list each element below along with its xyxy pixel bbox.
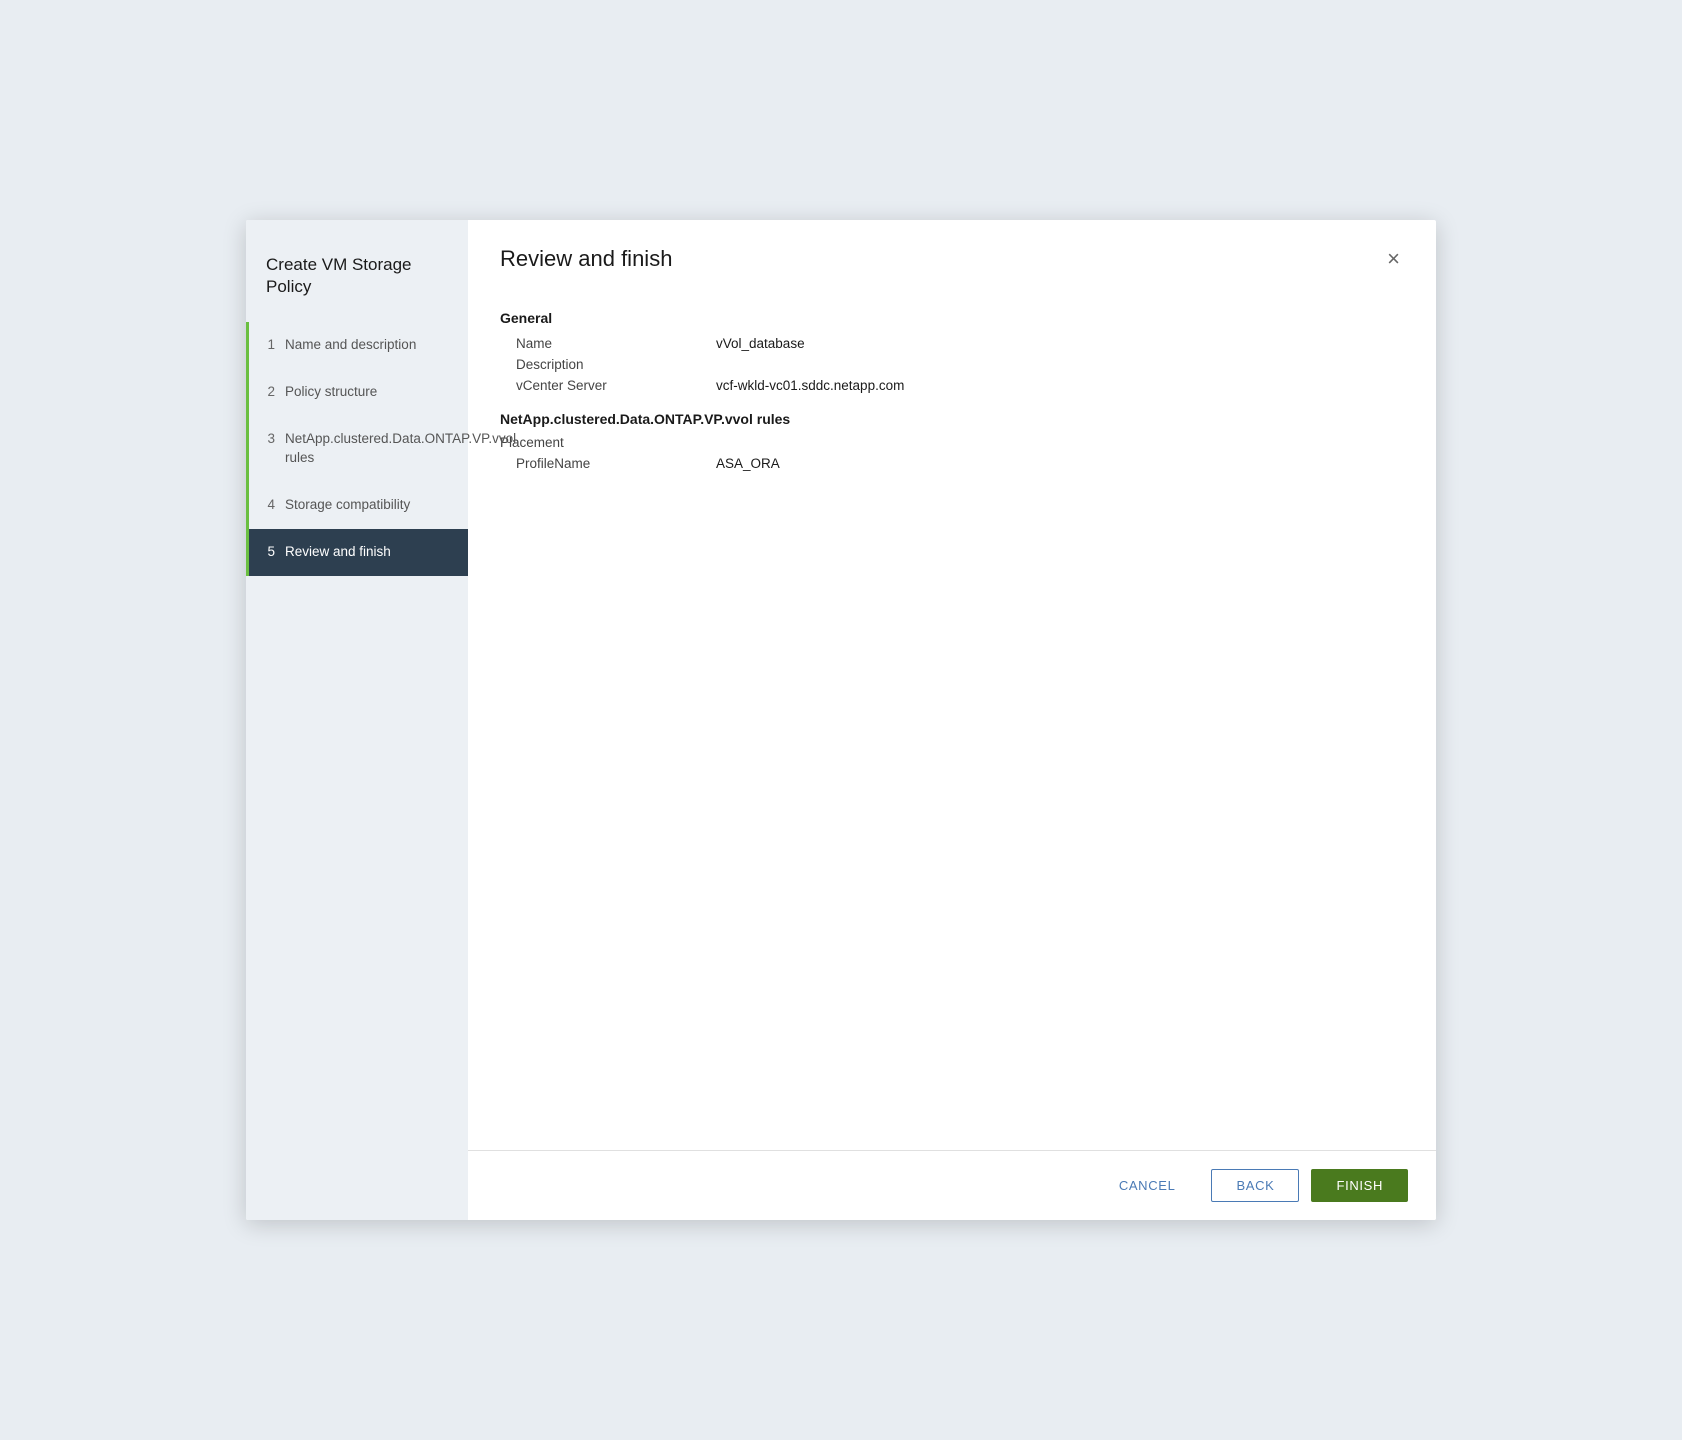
rules-section-heading: NetApp.clustered.Data.ONTAP.VP.vvol rule… <box>500 411 1404 427</box>
create-vm-storage-policy-dialog: Create VM Storage Policy 1 Name and desc… <box>246 220 1436 1220</box>
main-title: Review and finish <box>500 246 672 272</box>
sidebar: Create VM Storage Policy 1 Name and desc… <box>246 220 468 1220</box>
field-row-description: Description <box>500 357 1404 372</box>
field-row-vcenter: vCenter Server vcf-wkld-vc01.sddc.netapp… <box>500 378 1404 393</box>
dialog-body: Create VM Storage Policy 1 Name and desc… <box>246 220 1436 1220</box>
placement-label: Placement <box>500 435 1404 450</box>
sidebar-item-5[interactable]: 5 Review and finish <box>246 529 468 576</box>
sidebar-item-label-1: Name and description <box>285 336 452 355</box>
sidebar-item-label-2: Policy structure <box>285 383 452 402</box>
field-value-name: vVol_database <box>716 336 805 351</box>
finish-button[interactable]: FINISH <box>1311 1169 1408 1202</box>
field-label-name: Name <box>516 336 716 351</box>
field-row-profilename: ProfileName ASA_ORA <box>500 456 1404 471</box>
sidebar-title: Create VM Storage Policy <box>246 236 468 322</box>
field-label-profilename: ProfileName <box>516 456 716 471</box>
main-header: Review and finish × <box>468 220 1436 294</box>
general-section-heading: General <box>500 310 1404 326</box>
field-value-profilename: ASA_ORA <box>716 456 780 471</box>
field-row-name: Name vVol_database <box>500 336 1404 351</box>
field-label-vcenter: vCenter Server <box>516 378 716 393</box>
sidebar-item-label-5: Review and finish <box>285 543 452 562</box>
back-button[interactable]: BACK <box>1211 1169 1299 1202</box>
step-num-2: 2 <box>249 383 285 402</box>
sidebar-item-label-3: NetApp.clustered.Data.ONTAP.VP.vvol rule… <box>285 430 516 468</box>
footer: CANCEL BACK FINISH <box>468 1150 1436 1220</box>
sidebar-item-3[interactable]: 3 NetApp.clustered.Data.ONTAP.VP.vvol ru… <box>246 416 468 482</box>
main-content: Review and finish × General Name vVol_da… <box>468 220 1436 1220</box>
step-num-5: 5 <box>249 543 285 562</box>
step-num-3: 3 <box>249 430 285 449</box>
close-button[interactable]: × <box>1383 244 1404 274</box>
sidebar-item-4[interactable]: 4 Storage compatibility <box>246 482 468 529</box>
sidebar-item-1[interactable]: 1 Name and description <box>246 322 468 369</box>
main-body: General Name vVol_database Description v… <box>468 294 1436 1150</box>
field-value-vcenter: vcf-wkld-vc01.sddc.netapp.com <box>716 378 904 393</box>
step-num-4: 4 <box>249 496 285 515</box>
step-num-1: 1 <box>249 336 285 355</box>
cancel-button[interactable]: CANCEL <box>1095 1170 1200 1201</box>
field-label-description: Description <box>516 357 716 372</box>
sidebar-item-2[interactable]: 2 Policy structure <box>246 369 468 416</box>
sidebar-item-label-4: Storage compatibility <box>285 496 452 515</box>
